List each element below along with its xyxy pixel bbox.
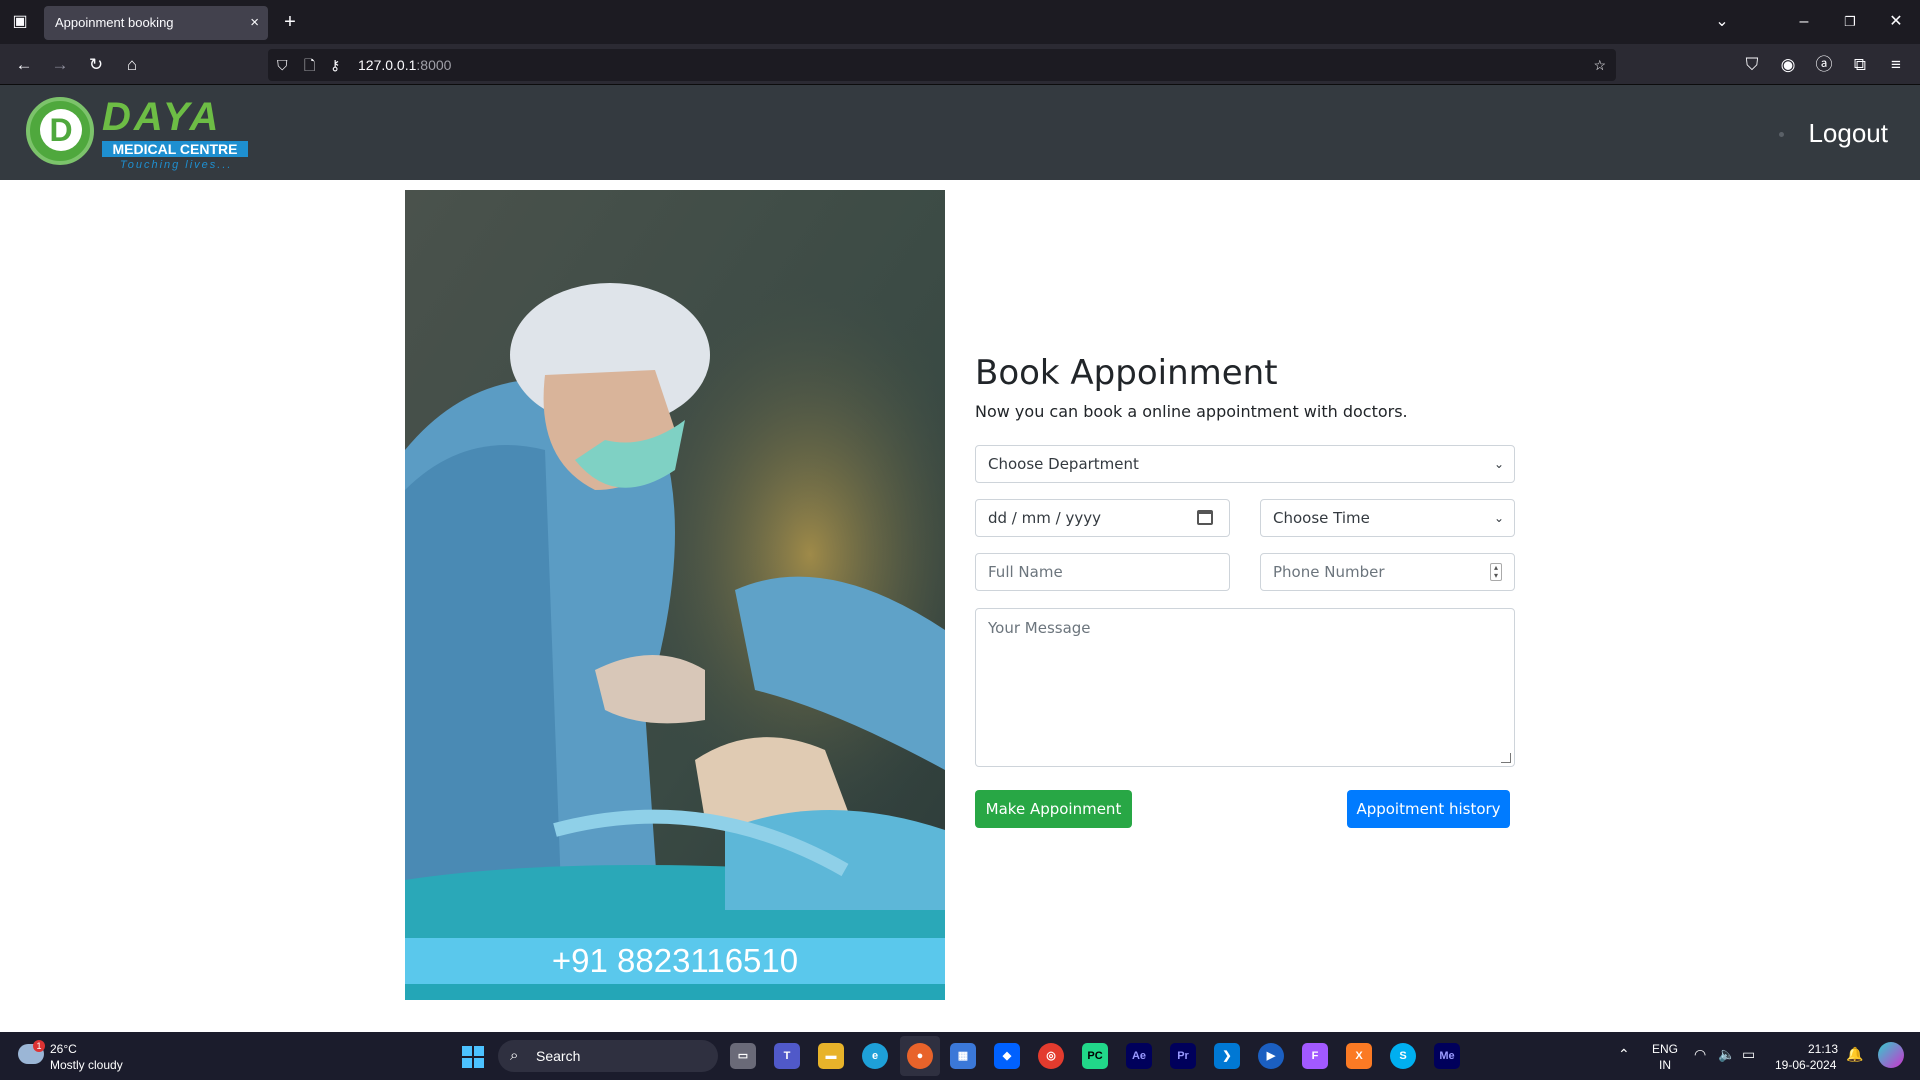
navigation-toolbar: ← → ↻ ⌂ ⛉ 🗋 ⚷ 127.0.0.1:8000 ☆ ⛉ ◉ ⓐ ⧉ ≡ bbox=[0, 44, 1920, 85]
weather-badge: 1 bbox=[33, 1040, 45, 1052]
key-icon[interactable]: ⚷ bbox=[330, 49, 340, 81]
logo-mark-letter: D bbox=[40, 109, 82, 151]
phone-number-placeholder: Phone Number bbox=[1273, 563, 1385, 581]
windows-start-icon[interactable] bbox=[462, 1046, 484, 1068]
message-placeholder: Your Message bbox=[988, 619, 1091, 637]
department-selected: Choose Department bbox=[988, 455, 1139, 473]
firefox-icon[interactable]: ● bbox=[907, 1043, 933, 1069]
search-label: Search bbox=[536, 1048, 581, 1064]
url-host: 127.0.0.1 bbox=[358, 57, 417, 73]
menu-icon[interactable]: ≡ bbox=[1878, 44, 1914, 85]
vscode-icon[interactable]: ❯ bbox=[1214, 1043, 1240, 1069]
full-name-placeholder: Full Name bbox=[988, 563, 1063, 581]
skype-icon[interactable]: S bbox=[1390, 1043, 1416, 1069]
tracking-shield-icon[interactable]: ⛉ bbox=[277, 49, 288, 81]
dropbox-icon[interactable]: ◆ bbox=[994, 1043, 1020, 1069]
department-select[interactable]: Choose Department ⌄ bbox=[975, 445, 1515, 483]
forward-icon[interactable]: → bbox=[42, 44, 78, 85]
show-hidden-icons-icon[interactable]: ⌃ bbox=[1618, 1046, 1630, 1063]
wifi-icon[interactable]: ◠ bbox=[1694, 1046, 1706, 1063]
logo-tagline: Touching lives... bbox=[120, 159, 233, 171]
new-tab-button[interactable]: + bbox=[276, 0, 304, 44]
tab-title: Appoinment booking bbox=[55, 15, 174, 30]
media-encoder-icon[interactable]: Me bbox=[1434, 1043, 1460, 1069]
browser-tab-bar: ▣ Appoinment booking × + ⌄ – ❐ ✕ bbox=[0, 0, 1920, 44]
edge-icon[interactable]: e bbox=[862, 1043, 888, 1069]
photo-bottom-strip bbox=[405, 984, 945, 1000]
back-icon[interactable]: ← bbox=[6, 44, 42, 85]
list-tabs-icon[interactable]: ⌄ bbox=[1708, 0, 1736, 44]
number-spinner-icon[interactable]: ▴ ▾ bbox=[1490, 563, 1502, 581]
calendar-icon[interactable] bbox=[1197, 510, 1213, 525]
teams-icon[interactable]: T bbox=[774, 1043, 800, 1069]
minimize-icon[interactable]: – bbox=[1790, 0, 1818, 44]
chrome-icon[interactable]: ◎ bbox=[1038, 1043, 1064, 1069]
copilot-icon[interactable] bbox=[1878, 1042, 1904, 1068]
pycharm-icon[interactable]: PC bbox=[1082, 1043, 1108, 1069]
time-select[interactable]: Choose Time ⌄ bbox=[1260, 499, 1515, 537]
extensions-icon[interactable]: ⧉ bbox=[1842, 44, 1878, 85]
date-placeholder: dd / mm / yyyy bbox=[988, 509, 1101, 527]
restore-icon[interactable]: ❐ bbox=[1836, 0, 1864, 44]
clock-date[interactable]: 19-06-2024 bbox=[1775, 1058, 1836, 1072]
pocket-icon[interactable]: ⛉ bbox=[1734, 44, 1770, 85]
logo-subtitle: MEDICAL CENTRE bbox=[102, 141, 248, 157]
bookmark-star-icon[interactable]: ☆ bbox=[1593, 49, 1606, 81]
url-field[interactable]: ⛉ 🗋 ⚷ 127.0.0.1:8000 ☆ bbox=[268, 49, 1616, 81]
make-appointment-button[interactable]: Make Appoinment bbox=[975, 790, 1132, 828]
date-input[interactable]: dd / mm / yyyy bbox=[975, 499, 1230, 537]
amazon-icon[interactable]: ⓐ bbox=[1806, 44, 1842, 85]
clock-time[interactable]: 21:13 bbox=[1808, 1042, 1838, 1056]
tab-overview-icon[interactable]: ▣ bbox=[6, 0, 34, 44]
taskbar-search[interactable]: ⌕ Search bbox=[498, 1040, 718, 1072]
browser-tab[interactable]: Appoinment booking × bbox=[44, 6, 268, 40]
chevron-down-icon: ⌄ bbox=[1493, 511, 1504, 525]
reload-icon[interactable]: ↻ bbox=[78, 44, 114, 85]
after-effects-icon[interactable]: Ae bbox=[1126, 1043, 1152, 1069]
account-icon[interactable]: ◉ bbox=[1770, 44, 1806, 85]
logo-title: DAYA bbox=[102, 95, 222, 139]
windows-taskbar: 1 26°C Mostly cloudy ⌕ Search ▭ T ▬ e ● … bbox=[0, 1032, 1920, 1080]
appointment-history-button[interactable]: Appoitment history bbox=[1347, 790, 1510, 828]
close-window-icon[interactable]: ✕ bbox=[1882, 0, 1910, 44]
phone-number-input[interactable]: Phone Number ▴ ▾ bbox=[1260, 553, 1515, 591]
appointment-form: Book Appoinment Now you can book a onlin… bbox=[975, 350, 1515, 421]
volume-icon[interactable]: 🔈 bbox=[1718, 1046, 1735, 1063]
page-info-icon[interactable]: 🗋 bbox=[304, 49, 315, 81]
message-textarea[interactable]: Your Message bbox=[975, 608, 1515, 767]
phone-banner: +91 8823116510 bbox=[405, 938, 945, 984]
figma-icon[interactable]: F bbox=[1302, 1043, 1328, 1069]
notification-bell-icon[interactable]: 🔔 bbox=[1846, 1046, 1863, 1063]
store-icon[interactable]: ▦ bbox=[950, 1043, 976, 1069]
url-text: 127.0.0.1:8000 bbox=[358, 49, 451, 81]
search-icon: ⌕ bbox=[510, 1047, 519, 1064]
url-port: :8000 bbox=[416, 57, 452, 73]
logo-mark: D bbox=[26, 97, 94, 165]
premiere-pro-icon[interactable]: Pr bbox=[1170, 1043, 1196, 1069]
battery-icon[interactable]: ▭ bbox=[1742, 1046, 1755, 1063]
xampp-icon[interactable]: X bbox=[1346, 1043, 1372, 1069]
language-code[interactable]: ENG bbox=[1652, 1042, 1678, 1056]
media-player-icon[interactable]: ▶ bbox=[1258, 1043, 1284, 1069]
time-selected: Choose Time bbox=[1273, 509, 1370, 527]
site-navbar: D DAYA MEDICAL CENTRE Touching lives... bbox=[0, 85, 1920, 180]
nav-separator-dot bbox=[1779, 132, 1784, 137]
region-code[interactable]: IN bbox=[1659, 1058, 1671, 1072]
form-subtitle: Now you can book a online appointment wi… bbox=[975, 402, 1408, 421]
logout-link[interactable]: Logout bbox=[1808, 118, 1888, 149]
chevron-down-icon: ⌄ bbox=[1493, 457, 1504, 471]
weather-condition[interactable]: Mostly cloudy bbox=[50, 1058, 123, 1072]
file-explorer-icon[interactable]: ▬ bbox=[818, 1043, 844, 1069]
weather-temperature[interactable]: 26°C bbox=[50, 1042, 77, 1056]
home-icon[interactable]: ⌂ bbox=[114, 44, 150, 85]
task-view-icon[interactable]: ▭ bbox=[730, 1043, 756, 1069]
full-name-input[interactable]: Full Name bbox=[975, 553, 1230, 591]
surgery-photo bbox=[405, 190, 945, 1000]
tab-close-icon[interactable]: × bbox=[250, 6, 259, 40]
site-logo[interactable]: D DAYA MEDICAL CENTRE Touching lives... bbox=[26, 95, 256, 171]
form-title: Book Appoinment bbox=[975, 353, 1278, 393]
resize-handle-icon[interactable] bbox=[1501, 753, 1511, 763]
